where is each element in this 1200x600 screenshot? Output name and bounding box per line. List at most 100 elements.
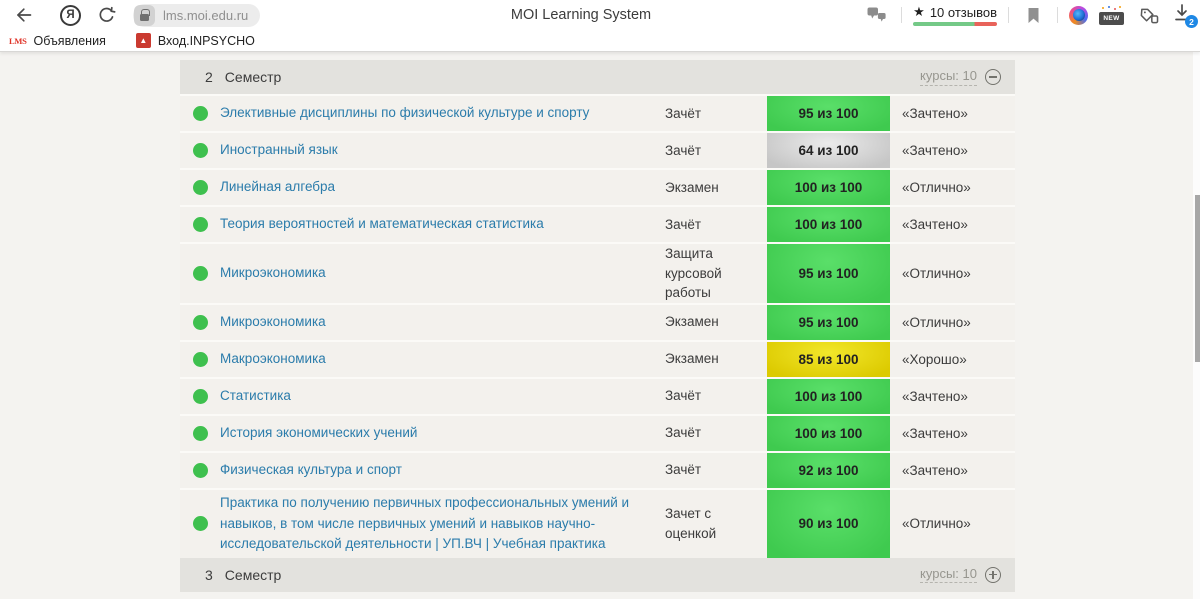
grades-table: 2 Семестр курсы: 10 Элективные дисциплин… (180, 60, 1015, 592)
course-row: Линейная алгебра Экзамен 100 из 100 «Отл… (180, 168, 1015, 205)
browser-topbar: Я lms.moi.edu.ru MOI Learning System ★ 1… (0, 0, 1200, 30)
assessment-type: Экзамен (665, 179, 719, 195)
course-link[interactable]: История экономических учений (220, 423, 665, 443)
score-badge: 100 из 100 (767, 415, 890, 451)
assessment-type: Зачет с оценкой (665, 506, 717, 541)
assessment-type: Экзамен (665, 351, 719, 367)
status-dot-icon (193, 265, 208, 281)
grade-text: «Зачтено» (902, 462, 968, 478)
grade-text: «Отлично» (902, 180, 971, 195)
lms-favicon: LMS (9, 35, 27, 46)
semester-3-header: 3 Семестр курсы: 10 (180, 557, 1015, 592)
new-badge: NEW (1099, 11, 1124, 25)
score-badge: 100 из 100 (767, 207, 890, 242)
assessment-type: Зачёт (665, 142, 702, 158)
back-arrow-icon (17, 8, 32, 22)
course-row: История экономических учений Зачёт 100 и… (180, 413, 1015, 451)
scrollbar-thumb[interactable] (1194, 195, 1200, 362)
expand-semester-button[interactable] (985, 566, 1001, 583)
extension-colorwheel-icon[interactable] (1069, 5, 1088, 25)
status-dot-icon (193, 180, 208, 195)
course-row: Микроэкономика Защита курсовой работы 95… (180, 242, 1015, 303)
toolbar-separator (1008, 7, 1009, 23)
address-bar[interactable]: lms.moi.edu.ru (133, 3, 261, 27)
course-link[interactable]: Статистика (220, 386, 665, 406)
toolbar-separator (1057, 7, 1058, 23)
toolbar-separator (901, 7, 903, 23)
page-title: MOI Learning System (510, 7, 652, 23)
assessment-type: Зачёт (665, 216, 702, 232)
protect-pins-button[interactable] (864, 2, 890, 28)
grade-text: «Хорошо» (902, 351, 967, 367)
url-text: lms.moi.edu.ru (163, 7, 249, 23)
course-row: Элективные дисциплины по физической куль… (180, 94, 1015, 131)
downloads-button[interactable]: 2 (1172, 3, 1198, 28)
course-row: Практика по получению первичных професси… (180, 487, 1015, 558)
reviews-rating-bar (913, 22, 997, 26)
course-link[interactable]: Теория вероятностей и математическая ста… (220, 214, 665, 234)
course-link[interactable]: Микроэкономика (220, 263, 665, 283)
course-link[interactable]: Иностранный язык (220, 140, 665, 160)
reviews-button[interactable]: ★ 10 отзывов (913, 4, 997, 26)
reviews-count: 10 отзывов (929, 4, 997, 20)
collections-button[interactable] (1135, 2, 1161, 28)
course-link[interactable]: Физическая культура и спорт (220, 460, 665, 480)
status-dot-icon (193, 143, 208, 158)
yandex-icon[interactable]: Я (60, 4, 81, 26)
bookmark-inpsycho[interactable]: ▲ Вход.INPSYCHO (135, 33, 255, 48)
course-row: Микроэкономика Экзамен 95 из 100 «Отличн… (180, 302, 1015, 340)
whats-new-button[interactable]: NEW (1099, 6, 1124, 25)
tag-icon (1140, 8, 1158, 23)
course-link[interactable]: Практика по получению первичных професси… (220, 493, 665, 554)
course-row: Иностранный язык Зачёт 64 из 100 «Зачтен… (180, 131, 1015, 168)
grade-text: «Зачтено» (902, 106, 968, 121)
score-badge: 64 из 100 (767, 133, 890, 168)
lms-page: 2 Семестр курсы: 10 Элективные дисциплин… (0, 52, 1200, 599)
course-link[interactable]: Микроэкономика (220, 312, 665, 332)
score-badge: 100 из 100 (767, 170, 890, 205)
page-scrollbar (1193, 52, 1200, 599)
status-dot-icon (193, 314, 208, 330)
courses-count-link[interactable]: курсы: 10 (920, 566, 977, 584)
star-icon: ★ (913, 4, 925, 20)
grade-text: «Отлично» (902, 516, 971, 532)
downloads-count-badge: 2 (1185, 15, 1198, 28)
grade-text: «Зачтено» (902, 425, 968, 441)
grade-text: «Зачтено» (902, 143, 968, 158)
refresh-icon (99, 6, 116, 22)
score-badge: 90 из 100 (767, 489, 890, 558)
score-badge: 92 из 100 (767, 452, 890, 488)
semester-2-header: 2 Семестр курсы: 10 (180, 60, 1015, 94)
courses-count-link[interactable]: курсы: 10 (920, 68, 977, 86)
bookmark-flag-button[interactable] (1020, 2, 1046, 28)
bookmarks-bar: LMS Объявления ▲ Вход.INPSYCHO (0, 30, 1200, 51)
grade-text: «Зачтено» (902, 217, 968, 232)
course-row: Физическая культура и спорт Зачёт 92 из … (180, 450, 1015, 488)
grade-text: «Зачтено» (902, 388, 968, 404)
status-dot-icon (193, 217, 208, 232)
assessment-type: Зачёт (665, 105, 702, 121)
lock-icon[interactable] (134, 4, 155, 26)
assessment-type: Экзамен (665, 314, 719, 330)
grade-text: «Отлично» (902, 314, 971, 330)
score-badge: 95 из 100 (767, 304, 890, 340)
bookmark-announcements[interactable]: LMS Объявления (9, 34, 106, 48)
toolbar-right: ★ 10 отзывов NEW 2 (864, 0, 1198, 30)
browser-chrome: Я lms.moi.edu.ru MOI Learning System ★ 1… (0, 0, 1200, 52)
status-dot-icon (193, 462, 208, 478)
score-badge: 95 из 100 (767, 244, 890, 303)
course-link[interactable]: Линейная алгебра (220, 177, 665, 197)
refresh-button[interactable] (93, 2, 119, 28)
pins-icon (867, 7, 886, 22)
course-link[interactable]: Элективные дисциплины по физической куль… (220, 103, 665, 123)
grade-text: «Отлично» (902, 265, 971, 281)
assessment-type: Зачёт (665, 388, 702, 404)
score-badge: 95 из 100 (767, 96, 890, 131)
status-dot-icon (193, 106, 208, 121)
collapse-semester-button[interactable] (985, 69, 1001, 85)
back-button[interactable] (10, 2, 36, 28)
status-dot-icon (193, 516, 208, 532)
course-row: Статистика Зачёт 100 из 100 «Зачтено» (180, 376, 1015, 414)
course-row: Макроэкономика Экзамен 85 из 100 «Хорошо… (180, 339, 1015, 377)
course-link[interactable]: Макроэкономика (220, 349, 665, 369)
